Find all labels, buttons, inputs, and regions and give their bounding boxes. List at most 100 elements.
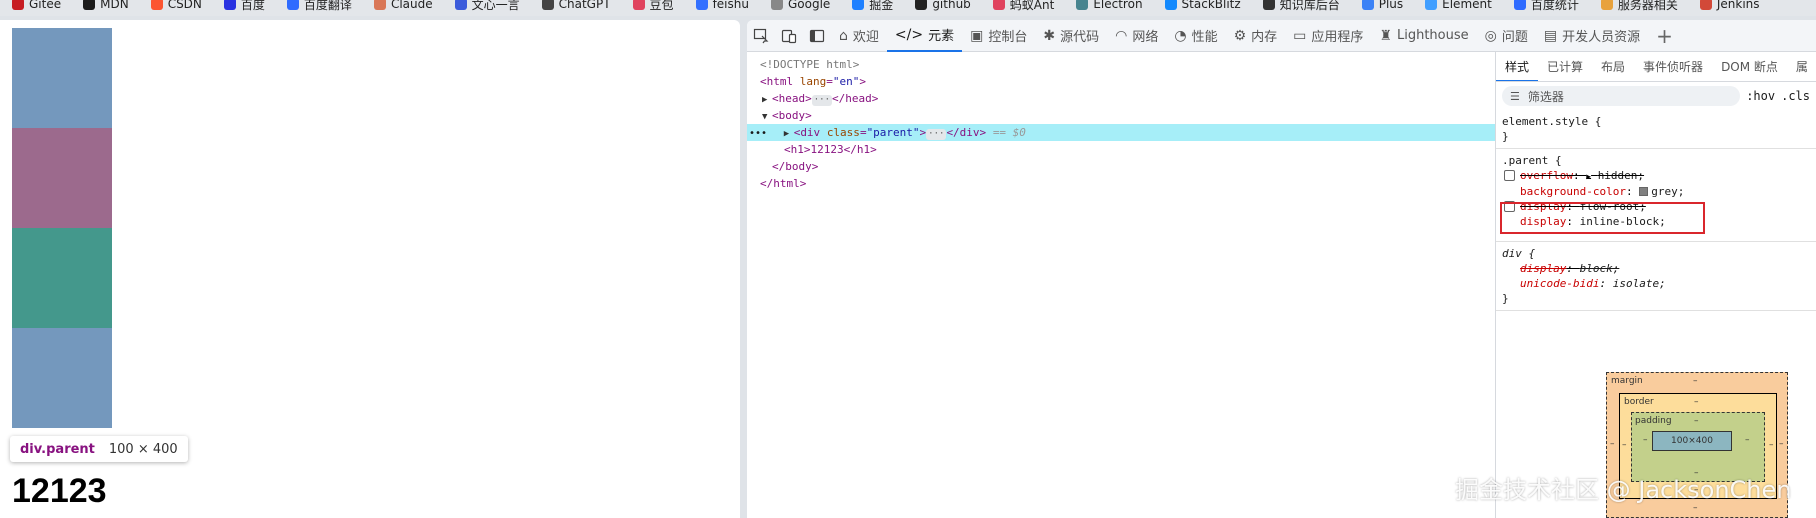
bookmark-item[interactable]: Claude	[362, 0, 443, 12]
div-attr-name: class	[826, 126, 860, 139]
ellipsis-icon[interactable]: ···	[811, 95, 833, 106]
margin-right-value[interactable]: –	[1779, 439, 1784, 449]
border-left-value[interactable]: –	[1622, 440, 1627, 450]
lighthouse-icon: ♜	[1379, 27, 1392, 44]
bookmark-item[interactable]: StackBlitz	[1153, 0, 1251, 12]
bookmark-item[interactable]: feishu	[684, 0, 759, 12]
bookmark-item[interactable]: MDN	[71, 0, 139, 12]
filter-icon: ☰	[1510, 89, 1520, 103]
bookmark-item[interactable]: 豆包	[621, 0, 684, 12]
bookmark-item[interactable]: Electron	[1064, 0, 1152, 12]
tab-3[interactable]: ✱ 源代码	[1035, 20, 1107, 52]
dom-html-close[interactable]: </html>	[747, 175, 1495, 192]
tab-2[interactable]: ▣ 控制台	[962, 20, 1035, 52]
bookmark-label: 蚂蚁Ant	[1009, 0, 1055, 12]
add-tab-icon[interactable]: +	[1648, 24, 1681, 48]
bookmark-item[interactable]: 百度	[212, 0, 275, 12]
bookmark-item[interactable]: Gitee	[0, 0, 71, 12]
bookmark-label: 百度翻译	[303, 0, 352, 12]
tab-5[interactable]: ◔ 性能	[1166, 20, 1225, 52]
padding-top-value[interactable]: –	[1694, 416, 1699, 426]
tab-9[interactable]: ◎ 问题	[1477, 20, 1536, 52]
tab-0[interactable]: ⌂ 欢迎	[831, 20, 887, 52]
bookmark-item[interactable]: github	[903, 0, 980, 12]
dom-head[interactable]: ▶ <head> ··· </head>	[747, 90, 1495, 107]
bookmark-item[interactable]: Element	[1413, 0, 1502, 12]
ellipsis-icon[interactable]: ···	[926, 129, 947, 140]
parent-selector: .parent {	[1502, 154, 1562, 167]
styles-subtab[interactable]: 已计算	[1538, 52, 1592, 81]
bookmark-item[interactable]: 蚂蚁Ant	[981, 0, 1065, 12]
inspect-icon[interactable]	[747, 22, 775, 50]
element-style-selector: element.style {	[1502, 115, 1602, 128]
dom-body[interactable]: ▼ <body>	[747, 107, 1495, 124]
watermark: 掘金技术社区 @ JacksonChen	[1455, 476, 1792, 504]
border-top-value[interactable]: –	[1694, 397, 1699, 407]
styles-subtabs: 样式 已计算 布局 事件侦听器 DOM 断点属	[1496, 52, 1816, 82]
color-swatch-icon[interactable]	[1639, 187, 1649, 196]
styles-subtab[interactable]: 属	[1787, 52, 1816, 81]
child-block	[12, 128, 112, 228]
h1-line: <h1>12123</h1>	[784, 143, 877, 156]
bookmark-icon	[1076, 0, 1089, 10]
tab-8[interactable]: ♜ Lighthouse	[1371, 20, 1476, 52]
tab-label: 控制台	[988, 30, 1028, 45]
bookmark-icon	[454, 0, 467, 10]
device-toolbar-icon[interactable]	[775, 22, 803, 50]
styles-subtab[interactable]: 样式	[1496, 52, 1539, 81]
child-block	[12, 228, 112, 328]
decl-background-color[interactable]: background-color: grey;	[1502, 184, 1816, 199]
bookmark-item[interactable]: 文心一言	[443, 0, 530, 12]
bookmark-item[interactable]: 服务器相关	[1589, 0, 1688, 12]
html-attr-value: "en"	[832, 75, 860, 88]
styles-subtab[interactable]: 事件侦听器	[1634, 52, 1712, 81]
box-model-content[interactable]: 100×400	[1652, 431, 1732, 451]
margin-left-value[interactable]: –	[1610, 439, 1615, 449]
code-icon: </>	[894, 26, 924, 43]
element-style-rule[interactable]: element.style { }	[1496, 110, 1816, 149]
wifi-icon: ◠	[1115, 27, 1128, 44]
decl-overflow[interactable]: overflow: ▶ hidden;	[1502, 168, 1816, 184]
bookmark-item[interactable]: 掘金	[840, 0, 903, 12]
tab-label: 应用程序	[1311, 30, 1364, 45]
bookmark-item[interactable]: CSDN	[139, 0, 212, 12]
dom-div-parent-selected[interactable]: ••• ▶ <div class="parent"> ··· </div> == $0	[747, 124, 1495, 141]
bookmark-item[interactable]: 百度翻译	[275, 0, 362, 12]
row-menu-icon[interactable]: •••	[747, 128, 767, 139]
bookmark-item[interactable]: 百度统计	[1502, 0, 1589, 12]
filter-input[interactable]: ☰ 筛选器	[1502, 86, 1741, 106]
dom-body-close[interactable]: </body>	[747, 158, 1495, 175]
decl-checkbox[interactable]	[1504, 170, 1515, 181]
tab-1[interactable]: </> 元素	[886, 20, 963, 52]
margin-top-value[interactable]: –	[1693, 376, 1698, 386]
tab-4[interactable]: ◠ 网络	[1107, 20, 1166, 52]
div-close-tag: </div>	[946, 126, 987, 139]
bookmark-item[interactable]: Google	[759, 0, 840, 12]
padding-right-value[interactable]: –	[1745, 435, 1750, 445]
parent-rule[interactable]: .parent { overflow: ▶ hidden; background…	[1496, 149, 1816, 242]
dock-sidebar-icon[interactable]	[803, 22, 831, 50]
border-right-value[interactable]: –	[1769, 440, 1774, 450]
bookmark-item[interactable]: Plus	[1350, 0, 1413, 12]
element-tooltip: div.parent 100 × 400	[10, 436, 188, 462]
dom-html[interactable]: <html lang="en">	[747, 73, 1495, 90]
dom-doctype[interactable]: <!DOCTYPE html>	[747, 56, 1495, 73]
bookmark-item[interactable]: 知识库后台	[1251, 0, 1350, 12]
div-rule[interactable]: div { display: block; unicode-bidi: isol…	[1496, 242, 1816, 311]
tab-6[interactable]: ⚙ 内存	[1226, 20, 1286, 52]
bookmark-item[interactable]: ChatGPT	[530, 0, 621, 12]
bug-icon: ✱	[1043, 27, 1056, 44]
div-parent[interactable]	[12, 28, 112, 428]
hov-toggle[interactable]: :hov	[1746, 89, 1775, 103]
bookmark-item[interactable]: Jenkins	[1688, 0, 1770, 12]
div-attr-value: "parent"	[866, 126, 920, 139]
styles-subtab[interactable]: 布局	[1592, 52, 1634, 81]
padding-left-value[interactable]: –	[1643, 435, 1648, 445]
dom-h1[interactable]: <h1>12123</h1>	[747, 141, 1495, 158]
tab-10[interactable]: ▤ 开发人员资源	[1536, 20, 1648, 52]
styles-subtab[interactable]: DOM 断点	[1712, 52, 1787, 81]
tab-7[interactable]: ▭ 应用程序	[1285, 20, 1371, 52]
bookmark-label: 知识库后台	[1279, 0, 1340, 12]
bulb-icon: ◎	[1484, 27, 1497, 44]
cls-toggle[interactable]: .cls	[1781, 89, 1810, 103]
